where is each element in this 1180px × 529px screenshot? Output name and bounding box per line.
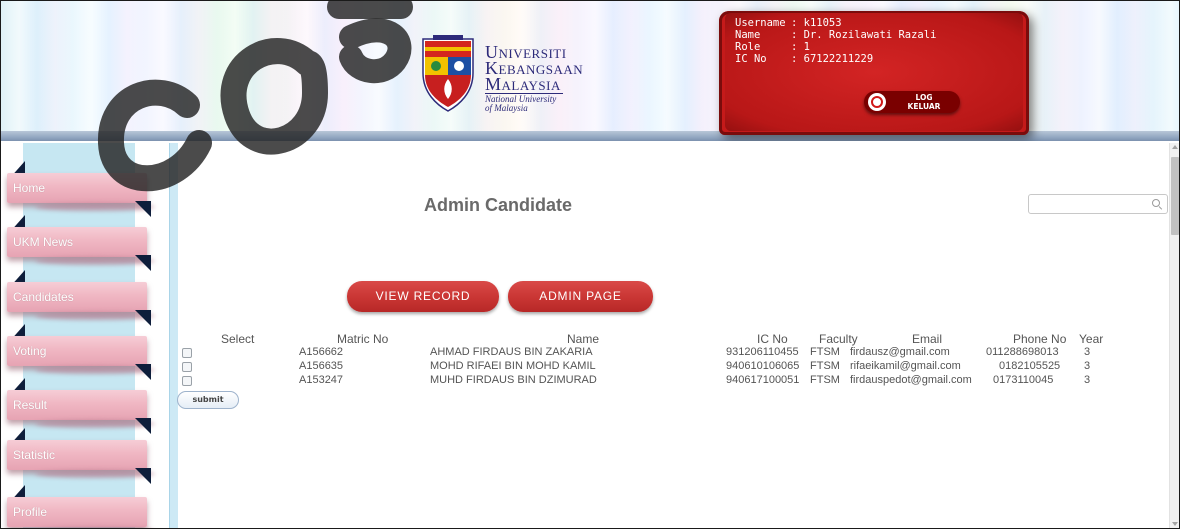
ic-cell: 931206110455: [726, 346, 799, 358]
sidebar-item-result[interactable]: Result: [1, 378, 151, 434]
select-checkbox[interactable]: [182, 348, 192, 358]
role-row: Role: 1: [735, 41, 810, 53]
ic-cell: 940617100051: [726, 374, 800, 386]
column-header-name: Name: [567, 332, 600, 346]
nav-corner-decoration: [135, 468, 151, 484]
ic-cell: 940610106065: [726, 360, 800, 372]
user-info-panel: Username: k11053 Name: Dr. Rozilawati Ra…: [719, 11, 1029, 135]
nav-pill: Statistic: [7, 440, 147, 470]
matric-cell: A156635: [299, 360, 344, 372]
nav-pill: Voting: [7, 336, 147, 366]
phone-cell: 0173110045: [993, 374, 1054, 386]
column-header-select: Select: [221, 332, 255, 346]
nav-pill: Result: [7, 390, 147, 420]
matric-cell: A153247: [299, 374, 344, 386]
email-cell: firdauspedot@gmail.com: [850, 374, 972, 386]
header-banner: UNIVERSITI KEBANGSAAN MALAYSIA National …: [1, 1, 1179, 141]
nav-pill: Profile: [7, 497, 147, 527]
user-info-panel-inner: Username: k11053 Name: Dr. Rozilawati Ra…: [725, 13, 1023, 131]
browser-page: UNIVERSITI KEBANGSAAN MALAYSIA National …: [0, 0, 1180, 529]
submit-button[interactable]: submit: [177, 391, 239, 409]
nav-corner-decoration: [135, 255, 151, 271]
year-cell: 3: [1084, 360, 1091, 372]
ukm-logo: UNIVERSITI KEBANGSAAN MALAYSIA National …: [419, 33, 583, 115]
admin-page-button[interactable]: ADMIN PAGE: [508, 281, 653, 312]
sidebar-item-label: Profile: [13, 505, 48, 519]
sidebar-item-profile[interactable]: Profile: [1, 485, 151, 528]
name-row: Name: Dr. Rozilawati Razali: [735, 29, 937, 41]
column-header-matric: Matric No: [337, 332, 389, 346]
nav-pill: Home: [7, 173, 147, 203]
column-header-ic: IC No: [757, 332, 788, 346]
logout-power-icon: [868, 93, 886, 111]
logout-button[interactable]: LOG KELUAR: [864, 91, 960, 113]
sidebar-item-label: Result: [13, 398, 48, 412]
sidebar-item-label: Statistic: [13, 448, 56, 462]
column-header-email: Email: [912, 332, 943, 346]
name-cell: AHMAD FIRDAUS BIN ZAKARIA: [430, 346, 593, 358]
logo-text-line3: MALAYSIA: [485, 74, 561, 94]
faculty-cell: FTSM: [810, 360, 840, 372]
sidebar-item-candidates[interactable]: Candidates: [1, 270, 151, 326]
scroll-up-arrow-icon[interactable]: [1172, 145, 1178, 149]
name-cell: MUHD FIRDAUS BIN DZIMURAD: [430, 374, 597, 386]
sidebar-item-label: UKM News: [13, 235, 74, 249]
logo-tagline: National University of Malaysia: [485, 94, 557, 113]
select-checkbox[interactable]: [182, 376, 192, 386]
view-record-button[interactable]: VIEW RECORD: [347, 281, 499, 312]
logout-label: LOG KELUAR: [907, 93, 941, 111]
sidebar-item-label: Home: [13, 181, 46, 195]
scrollbar-thumb[interactable]: [1171, 157, 1179, 235]
sidebar-item-label: Voting: [13, 344, 47, 358]
vertical-scrollbar[interactable]: [1169, 143, 1179, 528]
phone-cell: 011288698013: [986, 346, 1059, 358]
column-header-faculty: Faculty: [819, 332, 858, 346]
sidebar-item-home[interactable]: Home: [1, 161, 151, 217]
email-cell: rifaeikamil@gmail.com: [850, 360, 961, 372]
page-title: Admin Candidate: [423, 195, 572, 215]
sidebar-item-statistic[interactable]: Statistic: [1, 428, 151, 484]
email-cell: firdausz@gmail.com: [850, 346, 950, 358]
column-header-phone: Phone No: [1013, 332, 1067, 346]
scroll-down-arrow-icon[interactable]: [1172, 522, 1178, 526]
username-row: Username: k11053: [735, 17, 842, 29]
candidate-table: Select Matric No Name IC No Faculty Emai…: [177, 331, 1157, 391]
ic-row: IC No: 67122211229: [735, 53, 874, 65]
phone-cell: 0182105525: [999, 360, 1061, 372]
year-cell: 3: [1084, 374, 1091, 386]
ukm-crest-icon: [422, 35, 474, 112]
sidebar-item-voting[interactable]: Voting: [1, 324, 151, 380]
search-input[interactable]: [1028, 194, 1168, 214]
matric-cell: A156662: [299, 346, 344, 358]
nav-pill: UKM News: [7, 227, 147, 257]
sidebar-item-ukm-news[interactable]: UKM News: [1, 215, 151, 271]
column-header-year: Year: [1079, 332, 1104, 346]
faculty-cell: FTSM: [810, 374, 840, 386]
name-cell: MOHD RIFAEI BIN MOHD KAMIL: [430, 360, 596, 372]
select-checkbox[interactable]: [182, 362, 192, 372]
search-icon: [1152, 199, 1160, 207]
year-cell: 3: [1084, 346, 1091, 358]
nav-pill: Candidates: [7, 282, 147, 312]
sidebar-item-label: Candidates: [13, 290, 74, 304]
faculty-cell: FTSM: [810, 346, 840, 358]
